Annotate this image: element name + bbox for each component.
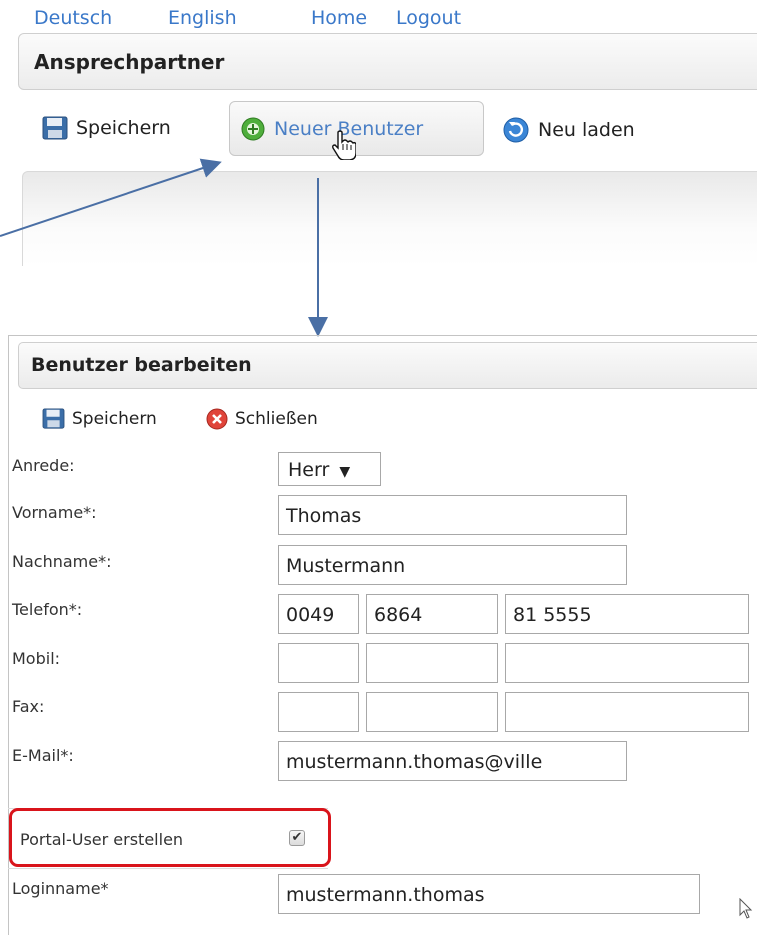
loginname-label: Loginname* xyxy=(12,879,109,898)
nachname-field[interactable]: Mustermann xyxy=(278,545,627,585)
vorname-label: Vorname*: xyxy=(12,503,97,522)
telefon-label: Telefon*: xyxy=(12,600,83,619)
telefon-country-field[interactable]: 0049 xyxy=(278,594,359,634)
mobil-area-field[interactable] xyxy=(366,643,498,683)
dialog-close-button[interactable]: Schließen xyxy=(206,408,318,430)
mobil-label: Mobil: xyxy=(12,649,61,668)
divider xyxy=(8,868,328,869)
vorname-field[interactable]: Thomas xyxy=(278,495,627,535)
arrow-cursor-icon xyxy=(739,897,753,924)
email-field[interactable]: mustermann.thomas@ville xyxy=(278,741,627,781)
fax-country-field[interactable] xyxy=(278,692,359,732)
dialog-save-label: Speichern xyxy=(72,408,157,429)
select-arrow-icon: ▼ xyxy=(339,464,351,480)
floppy-save-icon xyxy=(42,408,65,429)
email-label: E-Mail*: xyxy=(12,746,74,765)
red-close-icon xyxy=(206,408,228,430)
mobil-country-field[interactable] xyxy=(278,643,359,683)
fax-label: Fax: xyxy=(12,697,45,716)
highlight-box xyxy=(9,808,331,867)
mobil-number-field[interactable] xyxy=(505,643,749,683)
loginname-field[interactable]: mustermann.thomas xyxy=(278,874,700,914)
anrede-select[interactable]: Herr ▼ xyxy=(278,452,381,486)
anrede-label: Anrede: xyxy=(12,456,75,475)
anrede-select-value: Herr xyxy=(288,459,330,481)
nachname-label: Nachname*: xyxy=(12,552,112,571)
telefon-area-field[interactable]: 6864 xyxy=(366,594,498,634)
annotation-arrows xyxy=(0,158,328,337)
dialog-save-button[interactable]: Speichern xyxy=(42,408,157,429)
dialog-close-label: Schließen xyxy=(235,409,318,429)
fax-number-field[interactable] xyxy=(505,692,749,732)
fax-area-field[interactable] xyxy=(366,692,498,732)
dialog-title: Benutzer bearbeiten xyxy=(31,354,252,376)
telefon-number-field[interactable]: 81 5555 xyxy=(505,594,749,634)
